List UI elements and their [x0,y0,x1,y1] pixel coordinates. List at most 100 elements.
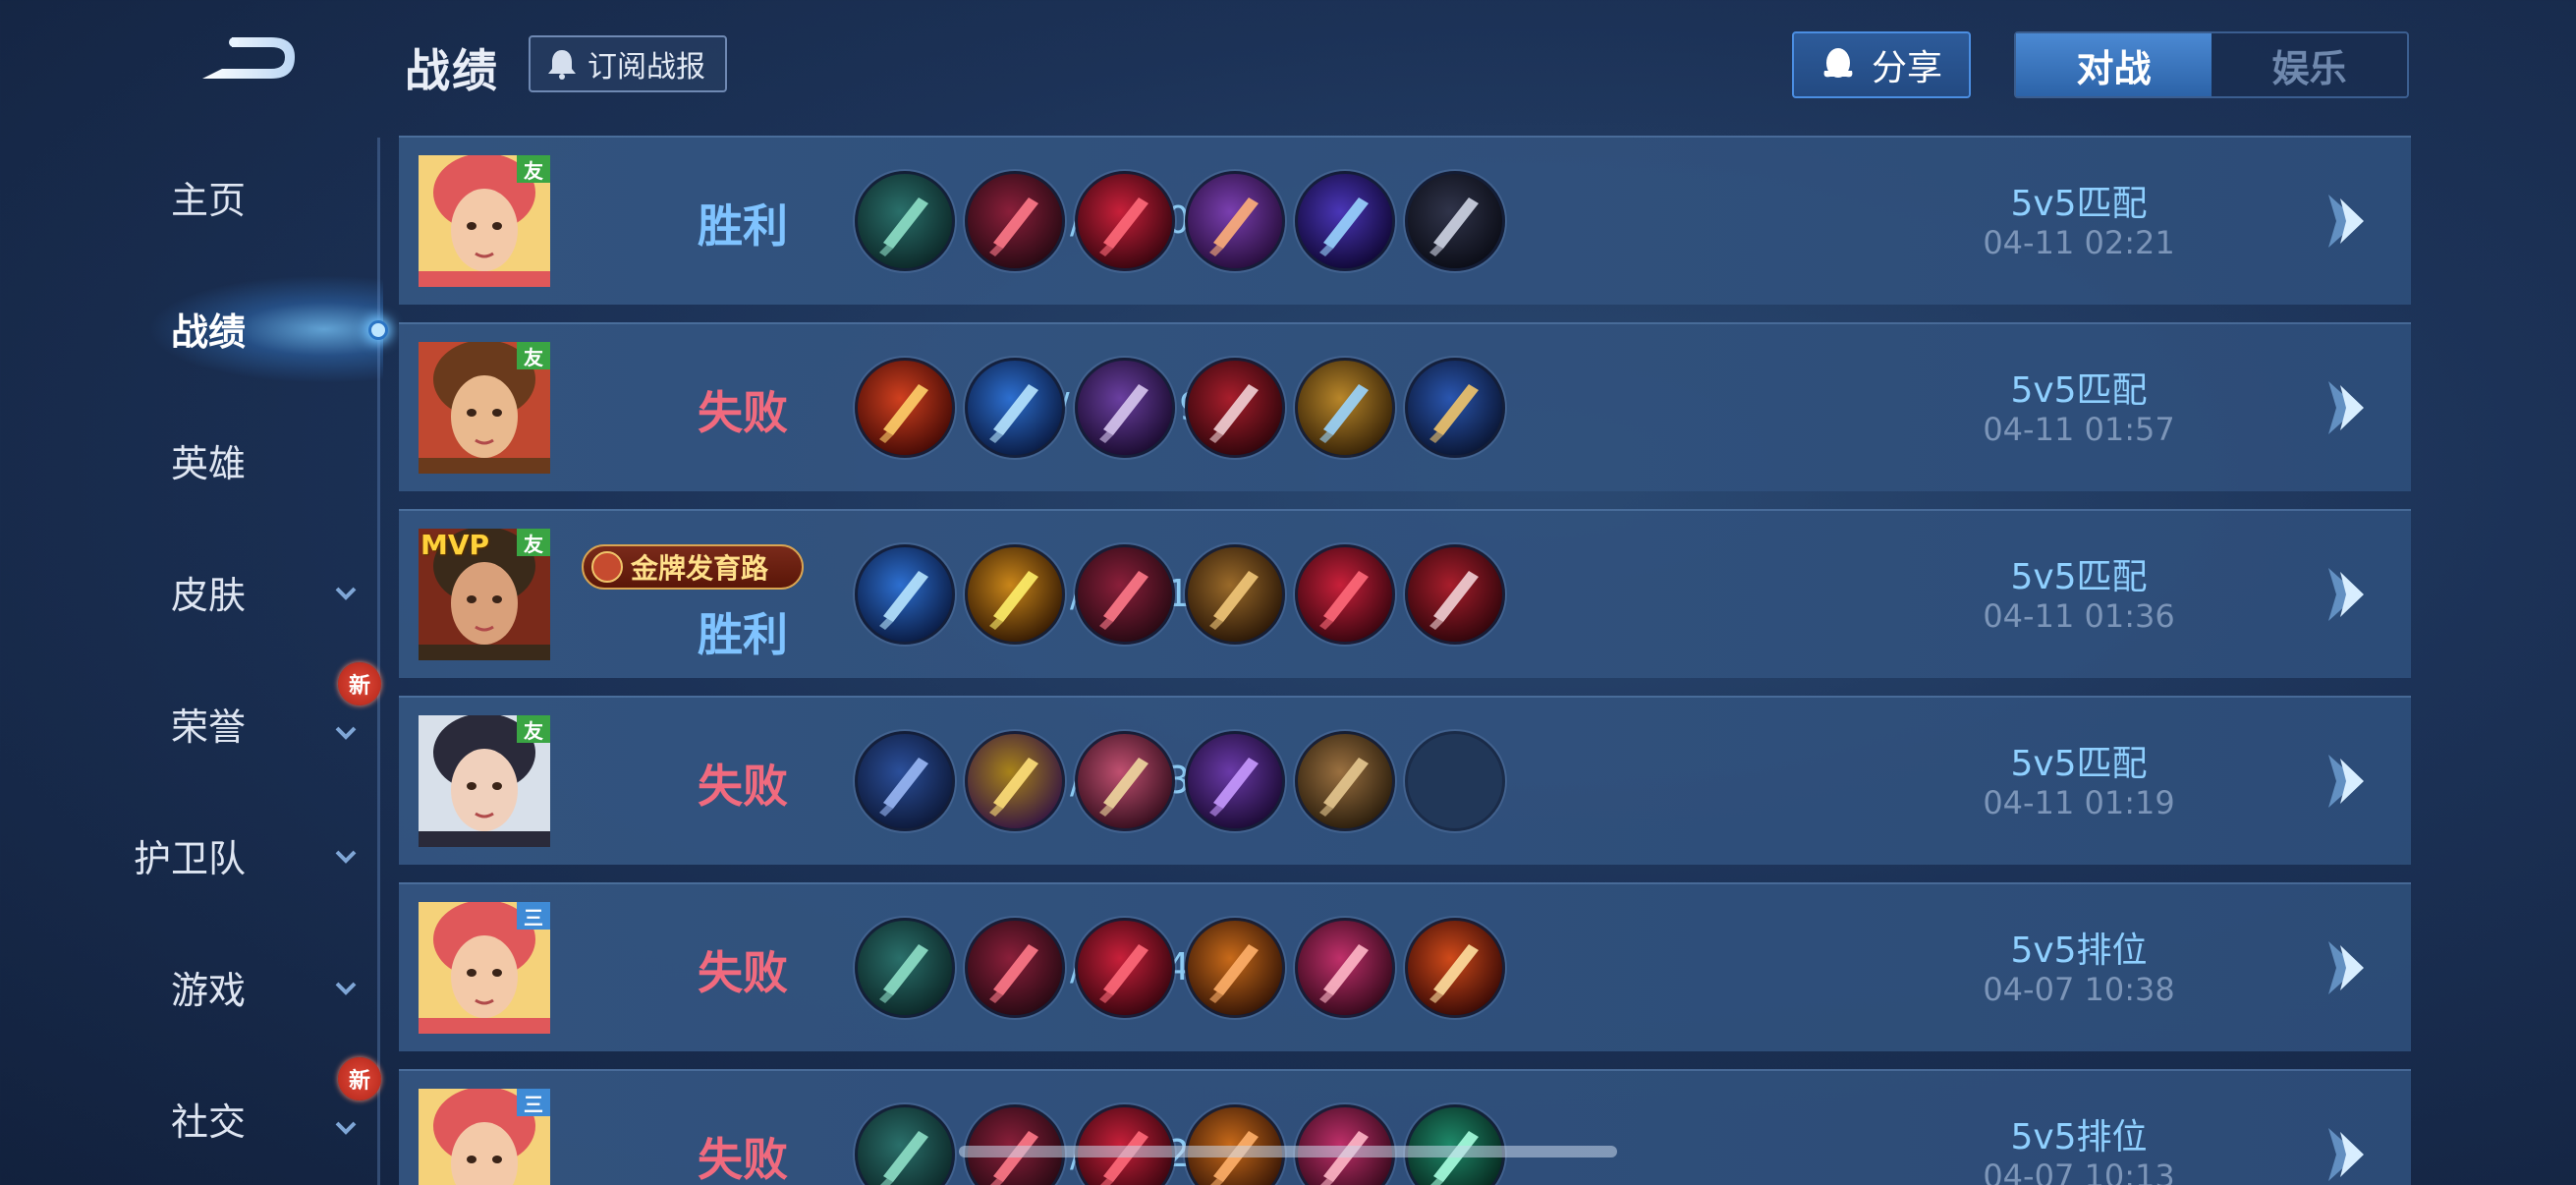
flame-blade-icon[interactable] [855,358,955,458]
purple-amulet-icon[interactable] [1185,731,1285,831]
subscribe-label: 订阅战报 [588,50,705,85]
golden-armor-icon[interactable] [1185,544,1285,645]
share-button[interactable]: 分享 [1792,31,1971,98]
hooded-cloak-icon[interactable] [965,731,1065,831]
dark-blade-icon[interactable] [965,171,1065,271]
sidebar-item-label: 护卫队 [133,836,246,880]
boots-icon[interactable] [855,918,955,1018]
chevron-right-icon[interactable] [2315,562,2380,627]
empty-slot[interactable] [1405,731,1505,831]
match-row[interactable]: 三失败4 / 5 / 2 5v [399,1069,2411,1185]
honor-medal-icon [591,551,623,583]
iron-boots-icon[interactable] [855,731,955,831]
hero-avatar: 友 [419,155,550,287]
match-row[interactable]: 友失败0 / 6 / 3 5v5匹配04-11 01:19 [399,696,2411,865]
crimson-mask-icon[interactable] [1075,1104,1175,1185]
sidebar-item-label: 社交 [170,1100,246,1144]
hero-avatar: 三 [419,1089,550,1185]
chevron-down-icon [335,587,357,600]
fire-axe-icon[interactable] [1405,918,1505,1018]
sidebar-item-games[interactable]: 游戏 [0,947,373,1026]
dark-blade-icon[interactable] [965,918,1065,1018]
sidebar-item-home[interactable]: 主页 [0,157,373,236]
group-badge: 三 [517,902,550,930]
match-result: 胜利 [698,608,788,661]
rose-spear-icon[interactable] [1295,1104,1395,1185]
chevron-right-icon[interactable] [2315,749,2380,814]
storm-trident-icon[interactable] [1405,358,1505,458]
blood-scythe-icon[interactable] [1185,358,1285,458]
chevron-right-icon[interactable] [2315,1122,2380,1185]
jade-dagger-icon[interactable] [1405,1104,1505,1185]
dark-blade-icon[interactable] [1075,544,1175,645]
subscribe-report-button[interactable]: 订阅战报 [529,35,727,92]
sidebar-item-label: 皮肤 [170,573,246,617]
dark-blade-icon[interactable] [965,1104,1065,1185]
flame-sword-icon[interactable] [1185,1104,1285,1185]
match-time: 04-11 01:36 [1983,597,2175,635]
chevron-right-icon[interactable] [2315,935,2380,1000]
home-indicator [959,1146,1617,1157]
match-row[interactable]: 友失败6 / 3 / 19 5 [399,322,2411,491]
qq-penguin-icon [1823,48,1853,78]
match-result: 失败 [698,386,788,439]
frost-lance-icon[interactable] [855,544,955,645]
sidebar-item-label: 游戏 [170,968,246,1012]
shadow-fork-icon[interactable] [1405,171,1505,271]
sidebar-item-records[interactable]: 战绩 [0,289,373,367]
sidebar-item-heroes[interactable]: 英雄 [0,421,373,499]
match-result: 胜利 [698,199,788,253]
hero-avatar: 友 [419,715,550,847]
match-time: 04-11 02:21 [1983,224,2175,261]
friend-badge: 友 [517,342,550,369]
gold-star-icon[interactable] [1295,358,1395,458]
hero-avatar: 三 [419,902,550,1034]
honor-title: 金牌发育路 [631,552,769,585]
chevron-down-icon [335,982,357,995]
match-row[interactable]: 友胜利1 / 6 / 0 5v [399,136,2411,305]
bell-icon [548,50,576,80]
arcane-trident-icon[interactable] [1295,171,1395,271]
crimson-mask-icon[interactable] [1075,171,1175,271]
lightning-bow-icon[interactable] [965,544,1065,645]
crimson-mask-icon[interactable] [1075,918,1175,1018]
hero-avatar: 友 [419,342,550,474]
match-time: 04-11 01:19 [1983,784,2175,821]
chevron-right-icon[interactable] [2315,375,2380,440]
match-mode: 5v5匹配 [2010,184,2148,224]
back-button[interactable] [193,29,303,92]
blood-scythe-icon[interactable] [1405,544,1505,645]
back-arrow-icon [202,37,295,79]
chevron-down-icon [335,1121,357,1135]
chevron-down-icon [335,726,357,740]
sidebar-item-guard-team[interactable]: 护卫队 [0,816,373,894]
boots-icon[interactable] [855,171,955,271]
match-mode: 5v5匹配 [2010,557,2148,597]
rose-spear-icon[interactable] [1295,918,1395,1018]
match-mode: 5v5排位 [2010,931,2148,971]
wooden-shield-icon[interactable] [1295,731,1395,831]
frost-lance-icon[interactable] [965,358,1065,458]
tab-battle[interactable]: 对战 [2016,33,2212,96]
tab-entertainment[interactable]: 娱乐 [2212,33,2407,96]
sidebar-item-skins[interactable]: 皮肤 [0,552,373,631]
sidebar-item-social[interactable]: 社交 新 [0,1057,381,1157]
match-result: 失败 [698,946,788,999]
friend-badge: 友 [517,155,550,183]
flame-sword-icon[interactable] [1185,918,1285,1018]
sidebar-item-honor[interactable]: 荣誉 新 [0,662,381,762]
match-row[interactable]: 三失败5 / 7 / 4 5v [399,882,2411,1051]
boots-icon[interactable] [855,1104,955,1185]
match-row[interactable]: 友MVP 金牌发育路胜利18 / 3 / 15 [399,509,2411,678]
chevron-right-icon[interactable] [2315,189,2380,254]
turban-mask-icon[interactable] [1075,731,1175,831]
chevron-down-icon [335,850,357,864]
share-label: 分享 [1871,48,1942,88]
mode-tabs: 对战 娱乐 [2014,31,2409,98]
new-badge: 新 [338,662,381,705]
match-mode: 5v5排位 [2010,1117,2148,1157]
match-mode: 5v5匹配 [2010,744,2148,784]
violet-spear-icon[interactable] [1185,171,1285,271]
crimson-mask-icon[interactable] [1295,544,1395,645]
void-claw-icon[interactable] [1075,358,1175,458]
